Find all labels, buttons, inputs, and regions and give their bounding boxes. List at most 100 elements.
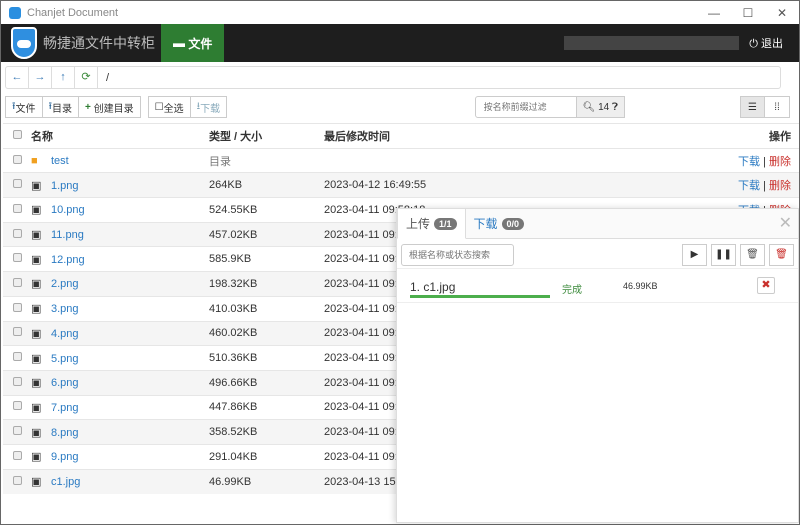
- minimize-button[interactable]: —: [697, 6, 731, 20]
- tab-download[interactable]: 下载 0/0: [466, 209, 533, 238]
- transfer-search-input[interactable]: [401, 243, 514, 266]
- nav-files-label: 文件: [188, 36, 213, 51]
- transfer-item-status: 完成: [562, 285, 582, 296]
- up-icon[interactable]: ↑: [52, 67, 75, 88]
- pause-icon[interactable]: ❚❚: [711, 243, 736, 266]
- username-redacted: [564, 36, 740, 50]
- row-checkbox[interactable]: [3, 394, 31, 420]
- select-all-button[interactable]: ☐ 全选: [147, 96, 191, 118]
- file-size: 410.03KB: [209, 295, 324, 321]
- row-checkbox[interactable]: [3, 468, 31, 494]
- image-icon: ▣: [31, 179, 42, 192]
- tab-upload[interactable]: 上传 1/1: [397, 208, 466, 239]
- image-icon: ▣: [31, 253, 42, 266]
- row-checkbox[interactable]: [3, 197, 31, 223]
- file-size: 585.9KB: [209, 246, 324, 272]
- file-name-link[interactable]: 11.png: [51, 229, 84, 241]
- path-input[interactable]: /: [98, 72, 109, 84]
- file-name-link[interactable]: c1.jpg: [51, 476, 80, 488]
- row-checkbox[interactable]: [3, 172, 31, 198]
- plus-icon: +: [85, 101, 94, 113]
- image-icon: ▣: [31, 278, 42, 291]
- play-icon[interactable]: ▶: [682, 243, 707, 266]
- image-icon: ▣: [31, 377, 42, 390]
- table-row[interactable]: ▣ 1.png 264KB 2023-04-12 16:49:55 下载 | 删除: [3, 172, 799, 198]
- refresh-icon[interactable]: ⟳: [75, 67, 98, 88]
- file-name-link[interactable]: 2.png: [51, 278, 79, 290]
- app-name: 畅捷通文件中转柜: [43, 35, 155, 51]
- image-icon: ▣: [31, 229, 42, 242]
- progress-bar: [410, 295, 550, 298]
- path-bar: ← → ↑ ⟳ /: [5, 66, 781, 89]
- file-name-link[interactable]: test: [51, 155, 69, 167]
- row-checkbox[interactable]: [3, 320, 31, 346]
- transfer-item-name: 1. c1.jpg: [410, 280, 456, 294]
- transfer-panel: 上传1/1 下载0/0 ✕ ▶ ❚❚ 🗑︎ 🗑︎ 1. c1.jpg 完成 46…: [396, 208, 799, 523]
- upload-dir-button[interactable]: ⭱ 目录: [42, 96, 79, 118]
- image-icon: ▣: [31, 426, 42, 439]
- file-name-link[interactable]: 7.png: [51, 402, 79, 414]
- row-checkbox[interactable]: [3, 221, 31, 247]
- col-modified[interactable]: 最后修改时间: [324, 123, 622, 149]
- select-all-checkbox[interactable]: [3, 123, 31, 149]
- create-dir-button[interactable]: + 创建目录: [79, 96, 141, 118]
- file-name-link[interactable]: 1.png: [51, 180, 79, 192]
- trash-all-icon[interactable]: 🗑︎: [769, 243, 794, 266]
- file-size: 358.52KB: [209, 419, 324, 445]
- image-icon: ▣: [31, 476, 42, 489]
- separator: |: [763, 155, 766, 168]
- file-size: 198.32KB: [209, 271, 324, 297]
- shield-cloud-icon: [11, 27, 37, 59]
- image-icon: ▣: [31, 401, 42, 414]
- row-checkbox[interactable]: [3, 271, 31, 297]
- file-modified: [324, 147, 622, 173]
- upload-count-badge: 1/1: [434, 217, 457, 230]
- delete-link[interactable]: 删除: [769, 180, 791, 192]
- separator: |: [763, 180, 766, 193]
- grid-view-button[interactable]: ⁞⁞: [765, 96, 790, 118]
- file-size: 447.86KB: [209, 394, 324, 420]
- window-title: Chanjet Document: [27, 6, 119, 19]
- file-name-link[interactable]: 8.png: [51, 427, 79, 439]
- search-icon: 🔍︎: [582, 101, 596, 113]
- download-button[interactable]: ⭳ 下载: [190, 96, 228, 118]
- maximize-button[interactable]: ☐: [731, 6, 765, 20]
- upload-file-label: 文件: [15, 103, 36, 115]
- table-row[interactable]: ■ test 目录 下载 | 删除: [3, 147, 799, 173]
- row-checkbox[interactable]: [3, 419, 31, 445]
- row-checkbox[interactable]: [3, 369, 31, 396]
- file-name-link[interactable]: 10.png: [51, 204, 85, 216]
- row-checkbox[interactable]: [3, 295, 31, 321]
- row-checkbox[interactable]: [3, 345, 31, 371]
- app-header: 畅捷通文件中转柜 ▬ 文件 ⏻ 退出: [1, 24, 799, 62]
- file-name-link[interactable]: 5.png: [51, 353, 79, 365]
- delete-link[interactable]: 删除: [769, 156, 791, 168]
- file-size: 264KB: [209, 172, 324, 198]
- tab-download-label: 下载: [473, 217, 498, 231]
- file-count: 14: [598, 101, 610, 113]
- filter-input[interactable]: [474, 96, 577, 118]
- trash-icon[interactable]: 🗑︎: [740, 243, 765, 266]
- help-icon[interactable]: ❓︎: [612, 102, 618, 113]
- download-link[interactable]: 下载: [738, 180, 760, 192]
- upload-file-button[interactable]: ⭱ 文件: [5, 96, 43, 118]
- file-name-link[interactable]: 12.png: [51, 254, 85, 266]
- row-checkbox[interactable]: [3, 147, 31, 173]
- col-name[interactable]: 名称: [31, 123, 209, 149]
- row-checkbox[interactable]: [3, 246, 31, 272]
- file-name-link[interactable]: 9.png: [51, 451, 79, 463]
- forward-icon[interactable]: →: [29, 67, 52, 88]
- nav-files[interactable]: ▬ 文件: [161, 24, 225, 62]
- back-icon[interactable]: ←: [6, 67, 29, 88]
- file-name-link[interactable]: 3.png: [51, 303, 79, 315]
- file-name-link[interactable]: 4.png: [51, 328, 79, 340]
- logout-button[interactable]: ⏻ 退出: [749, 35, 783, 51]
- close-window-button[interactable]: ✕: [765, 6, 799, 20]
- col-type-size[interactable]: 类型 / 大小: [209, 123, 324, 149]
- list-view-button[interactable]: ☰: [740, 96, 765, 118]
- remove-icon[interactable]: ✖: [757, 277, 775, 294]
- file-name-link[interactable]: 6.png: [51, 377, 79, 389]
- close-icon[interactable]: ✕: [779, 213, 792, 233]
- download-link[interactable]: 下载: [738, 156, 760, 168]
- row-checkbox[interactable]: [3, 443, 31, 470]
